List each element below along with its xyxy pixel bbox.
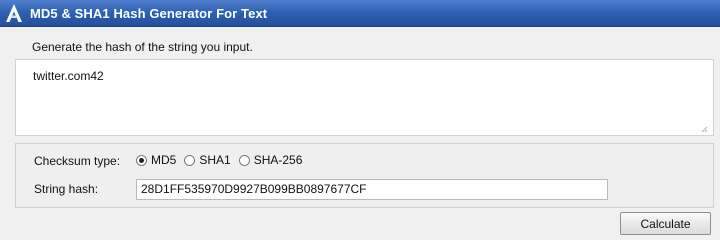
window-title: MD5 & SHA1 Hash Generator For Text: [30, 5, 268, 21]
calculate-button[interactable]: Calculate: [620, 212, 711, 235]
radio-sha256-circle[interactable]: [238, 154, 250, 166]
radio-sha1[interactable]: SHA1: [184, 153, 231, 167]
radio-sha256-label: SHA-256: [253, 153, 303, 167]
radio-md5-label: MD5: [151, 153, 177, 167]
main-window: Generate the hash of the string you inpu…: [0, 28, 720, 238]
input-textarea[interactable]: twitter.com42: [15, 59, 714, 136]
checksum-type-label: Checksum type:: [34, 154, 121, 168]
radio-md5-circle[interactable]: [136, 154, 147, 166]
checksum-type-group: MD5 SHA1 SHA-256: [136, 153, 310, 167]
title-bar: MD5 & SHA1 Hash Generator For Text: [0, 0, 720, 27]
resize-grip-icon[interactable]: [700, 122, 708, 133]
app-logo-icon: [4, 2, 24, 24]
radio-sha1-circle[interactable]: [184, 154, 196, 166]
options-panel: Checksum type: MD5 SHA1 SHA-256 String h…: [15, 143, 714, 208]
instruction-text: Generate the hash of the string you inpu…: [32, 40, 253, 54]
radio-sha1-label: SHA1: [199, 153, 231, 167]
radio-md5[interactable]: MD5: [136, 153, 176, 167]
string-hash-label: String hash:: [34, 182, 99, 196]
input-text-value: twitter.com42: [33, 69, 104, 83]
string-hash-field[interactable]: 28D1FF535970D9927B099BB0897677CF: [136, 179, 608, 200]
radio-sha256[interactable]: SHA-256: [238, 153, 303, 167]
